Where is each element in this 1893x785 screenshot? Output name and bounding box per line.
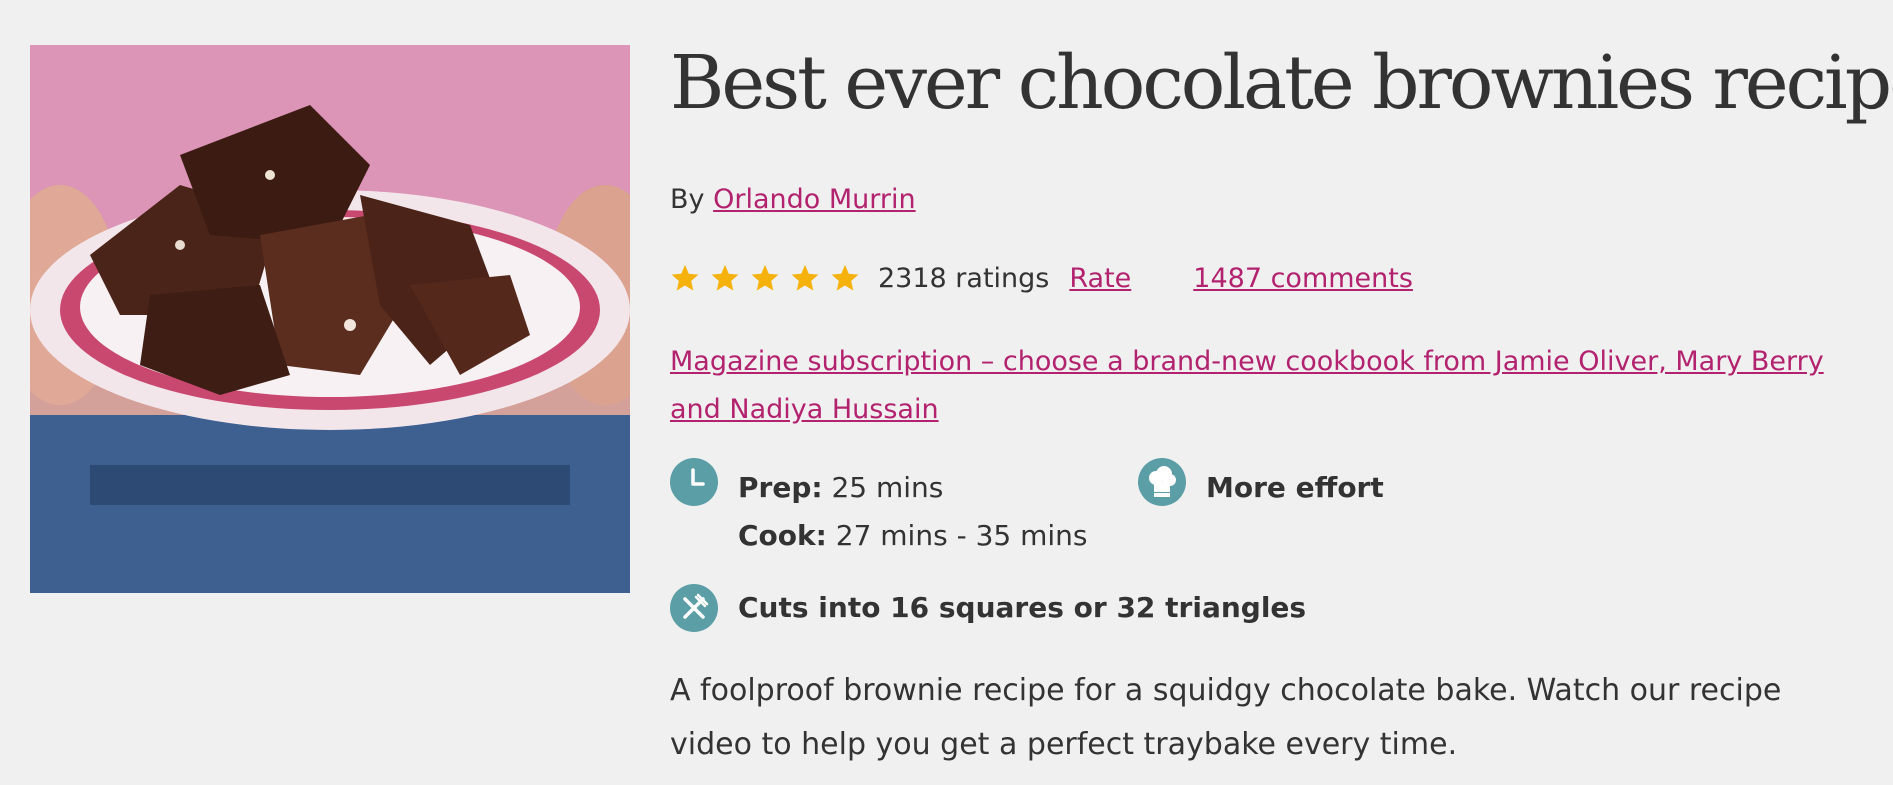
prep-value: 25 mins — [831, 471, 944, 504]
rate-link[interactable]: Rate — [1069, 263, 1131, 294]
page-title: Best ever chocolate brownies recipe — [670, 40, 1893, 126]
star-icon — [831, 264, 859, 291]
prep-time: Prep: 25 mins — [738, 464, 1088, 512]
recipe-hero-image — [30, 45, 630, 593]
author-link[interactable]: Orlando Murrin — [713, 184, 916, 215]
chef-hat-icon — [1138, 458, 1186, 506]
star-icon — [751, 264, 779, 291]
prep-label: Prep: — [738, 471, 823, 504]
cook-time: Cook: 27 mins - 35 mins — [738, 512, 1088, 560]
byline-prefix: By — [670, 184, 705, 215]
serves-text: Cuts into 16 squares or 32 triangles — [738, 591, 1307, 624]
clock-icon — [670, 458, 718, 506]
star-icon — [791, 264, 819, 291]
recipe-description: A foolproof brownie recipe for a squidgy… — [670, 673, 1782, 762]
cook-value: 27 mins - 35 mins — [835, 519, 1088, 552]
effort-level: More effort — [1206, 471, 1384, 504]
time-info: Prep: 25 mins Cook: 27 mins - 35 mins — [738, 464, 1088, 560]
byline: By Orlando Murrin — [670, 184, 916, 215]
promo-banner: Magazine subscription – choose a brand-n… — [670, 338, 1870, 434]
recipe-meta: Prep: 25 mins Cook: 27 mins - 35 mins Mo… — [670, 458, 1870, 558]
star-icon — [711, 264, 739, 291]
ratings-count: 2318 ratings — [878, 262, 1050, 294]
cutlery-icon — [670, 584, 718, 632]
magazine-subscription-link[interactable]: Magazine subscription – choose a brand-n… — [670, 346, 1824, 425]
star-rating — [670, 263, 860, 293]
cook-label: Cook: — [738, 519, 827, 552]
comments-link[interactable]: 1487 comments — [1193, 263, 1413, 294]
ratings-row: 2318 ratings Rate 1487 comments — [670, 258, 1413, 298]
star-icon — [671, 264, 699, 291]
